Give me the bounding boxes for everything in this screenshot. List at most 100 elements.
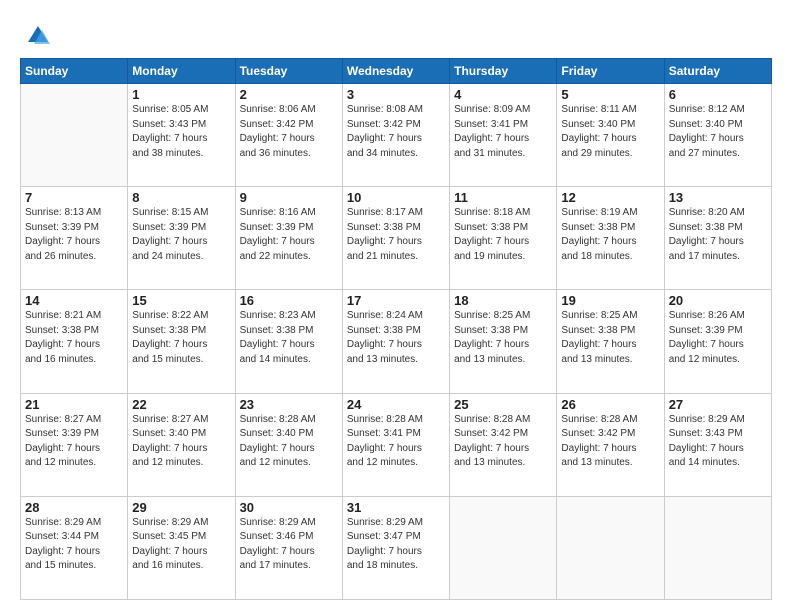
calendar-week-row: 1Sunrise: 8:05 AM Sunset: 3:43 PM Daylig… bbox=[21, 84, 772, 187]
calendar-cell: 14Sunrise: 8:21 AM Sunset: 3:38 PM Dayli… bbox=[21, 290, 128, 393]
day-info: Sunrise: 8:29 AM Sunset: 3:47 PM Dayligh… bbox=[347, 516, 445, 574]
calendar-cell: 13Sunrise: 8:20 AM Sunset: 3:38 PM Dayli… bbox=[664, 187, 771, 290]
day-info: Sunrise: 8:22 AM Sunset: 3:38 PM Dayligh… bbox=[132, 309, 230, 367]
day-number: 18 bbox=[454, 293, 552, 308]
day-number: 16 bbox=[240, 293, 338, 308]
calendar-cell: 5Sunrise: 8:11 AM Sunset: 3:40 PM Daylig… bbox=[557, 84, 664, 187]
weekday-header-friday: Friday bbox=[557, 59, 664, 84]
day-number: 30 bbox=[240, 500, 338, 515]
day-info: Sunrise: 8:23 AM Sunset: 3:38 PM Dayligh… bbox=[240, 309, 338, 367]
calendar-cell: 9Sunrise: 8:16 AM Sunset: 3:39 PM Daylig… bbox=[235, 187, 342, 290]
calendar-cell: 18Sunrise: 8:25 AM Sunset: 3:38 PM Dayli… bbox=[450, 290, 557, 393]
day-info: Sunrise: 8:25 AM Sunset: 3:38 PM Dayligh… bbox=[561, 309, 659, 367]
day-info: Sunrise: 8:08 AM Sunset: 3:42 PM Dayligh… bbox=[347, 103, 445, 161]
day-number: 20 bbox=[669, 293, 767, 308]
calendar-cell: 10Sunrise: 8:17 AM Sunset: 3:38 PM Dayli… bbox=[342, 187, 449, 290]
weekday-header-monday: Monday bbox=[128, 59, 235, 84]
calendar-cell: 16Sunrise: 8:23 AM Sunset: 3:38 PM Dayli… bbox=[235, 290, 342, 393]
day-info: Sunrise: 8:05 AM Sunset: 3:43 PM Dayligh… bbox=[132, 103, 230, 161]
weekday-header-sunday: Sunday bbox=[21, 59, 128, 84]
calendar-week-row: 28Sunrise: 8:29 AM Sunset: 3:44 PM Dayli… bbox=[21, 496, 772, 599]
calendar-cell: 11Sunrise: 8:18 AM Sunset: 3:38 PM Dayli… bbox=[450, 187, 557, 290]
calendar-week-row: 21Sunrise: 8:27 AM Sunset: 3:39 PM Dayli… bbox=[21, 393, 772, 496]
day-number: 11 bbox=[454, 190, 552, 205]
calendar-cell bbox=[450, 496, 557, 599]
day-number: 17 bbox=[347, 293, 445, 308]
day-info: Sunrise: 8:26 AM Sunset: 3:39 PM Dayligh… bbox=[669, 309, 767, 367]
day-number: 15 bbox=[132, 293, 230, 308]
day-number: 25 bbox=[454, 397, 552, 412]
day-info: Sunrise: 8:25 AM Sunset: 3:38 PM Dayligh… bbox=[454, 309, 552, 367]
day-info: Sunrise: 8:06 AM Sunset: 3:42 PM Dayligh… bbox=[240, 103, 338, 161]
day-number: 7 bbox=[25, 190, 123, 205]
calendar-cell: 15Sunrise: 8:22 AM Sunset: 3:38 PM Dayli… bbox=[128, 290, 235, 393]
day-info: Sunrise: 8:28 AM Sunset: 3:42 PM Dayligh… bbox=[454, 413, 552, 471]
calendar-cell: 12Sunrise: 8:19 AM Sunset: 3:38 PM Dayli… bbox=[557, 187, 664, 290]
calendar-cell: 28Sunrise: 8:29 AM Sunset: 3:44 PM Dayli… bbox=[21, 496, 128, 599]
day-info: Sunrise: 8:21 AM Sunset: 3:38 PM Dayligh… bbox=[25, 309, 123, 367]
day-info: Sunrise: 8:09 AM Sunset: 3:41 PM Dayligh… bbox=[454, 103, 552, 161]
calendar-cell: 26Sunrise: 8:28 AM Sunset: 3:42 PM Dayli… bbox=[557, 393, 664, 496]
page: SundayMondayTuesdayWednesdayThursdayFrid… bbox=[0, 0, 792, 612]
calendar-cell: 2Sunrise: 8:06 AM Sunset: 3:42 PM Daylig… bbox=[235, 84, 342, 187]
logo bbox=[20, 22, 52, 50]
day-info: Sunrise: 8:29 AM Sunset: 3:45 PM Dayligh… bbox=[132, 516, 230, 574]
weekday-header-row: SundayMondayTuesdayWednesdayThursdayFrid… bbox=[21, 59, 772, 84]
calendar-cell: 30Sunrise: 8:29 AM Sunset: 3:46 PM Dayli… bbox=[235, 496, 342, 599]
weekday-header-wednesday: Wednesday bbox=[342, 59, 449, 84]
day-number: 14 bbox=[25, 293, 123, 308]
day-number: 31 bbox=[347, 500, 445, 515]
calendar-cell: 22Sunrise: 8:27 AM Sunset: 3:40 PM Dayli… bbox=[128, 393, 235, 496]
day-number: 27 bbox=[669, 397, 767, 412]
calendar-table: SundayMondayTuesdayWednesdayThursdayFrid… bbox=[20, 58, 772, 600]
day-number: 23 bbox=[240, 397, 338, 412]
day-info: Sunrise: 8:16 AM Sunset: 3:39 PM Dayligh… bbox=[240, 206, 338, 264]
day-number: 26 bbox=[561, 397, 659, 412]
day-info: Sunrise: 8:28 AM Sunset: 3:42 PM Dayligh… bbox=[561, 413, 659, 471]
day-info: Sunrise: 8:24 AM Sunset: 3:38 PM Dayligh… bbox=[347, 309, 445, 367]
weekday-header-thursday: Thursday bbox=[450, 59, 557, 84]
day-number: 12 bbox=[561, 190, 659, 205]
weekday-header-saturday: Saturday bbox=[664, 59, 771, 84]
calendar-cell: 6Sunrise: 8:12 AM Sunset: 3:40 PM Daylig… bbox=[664, 84, 771, 187]
calendar-cell bbox=[664, 496, 771, 599]
calendar-cell: 7Sunrise: 8:13 AM Sunset: 3:39 PM Daylig… bbox=[21, 187, 128, 290]
day-number: 1 bbox=[132, 87, 230, 102]
calendar-cell: 1Sunrise: 8:05 AM Sunset: 3:43 PM Daylig… bbox=[128, 84, 235, 187]
calendar-week-row: 7Sunrise: 8:13 AM Sunset: 3:39 PM Daylig… bbox=[21, 187, 772, 290]
calendar-cell: 21Sunrise: 8:27 AM Sunset: 3:39 PM Dayli… bbox=[21, 393, 128, 496]
calendar-cell: 24Sunrise: 8:28 AM Sunset: 3:41 PM Dayli… bbox=[342, 393, 449, 496]
calendar-cell: 25Sunrise: 8:28 AM Sunset: 3:42 PM Dayli… bbox=[450, 393, 557, 496]
day-number: 29 bbox=[132, 500, 230, 515]
day-number: 6 bbox=[669, 87, 767, 102]
calendar-cell: 8Sunrise: 8:15 AM Sunset: 3:39 PM Daylig… bbox=[128, 187, 235, 290]
calendar-week-row: 14Sunrise: 8:21 AM Sunset: 3:38 PM Dayli… bbox=[21, 290, 772, 393]
day-number: 22 bbox=[132, 397, 230, 412]
day-number: 24 bbox=[347, 397, 445, 412]
calendar-cell: 27Sunrise: 8:29 AM Sunset: 3:43 PM Dayli… bbox=[664, 393, 771, 496]
day-info: Sunrise: 8:19 AM Sunset: 3:38 PM Dayligh… bbox=[561, 206, 659, 264]
day-number: 9 bbox=[240, 190, 338, 205]
day-number: 5 bbox=[561, 87, 659, 102]
day-number: 21 bbox=[25, 397, 123, 412]
day-info: Sunrise: 8:17 AM Sunset: 3:38 PM Dayligh… bbox=[347, 206, 445, 264]
day-info: Sunrise: 8:28 AM Sunset: 3:41 PM Dayligh… bbox=[347, 413, 445, 471]
calendar-cell bbox=[557, 496, 664, 599]
day-info: Sunrise: 8:27 AM Sunset: 3:39 PM Dayligh… bbox=[25, 413, 123, 471]
day-info: Sunrise: 8:12 AM Sunset: 3:40 PM Dayligh… bbox=[669, 103, 767, 161]
calendar-cell: 4Sunrise: 8:09 AM Sunset: 3:41 PM Daylig… bbox=[450, 84, 557, 187]
day-info: Sunrise: 8:18 AM Sunset: 3:38 PM Dayligh… bbox=[454, 206, 552, 264]
day-number: 28 bbox=[25, 500, 123, 515]
day-number: 3 bbox=[347, 87, 445, 102]
day-info: Sunrise: 8:13 AM Sunset: 3:39 PM Dayligh… bbox=[25, 206, 123, 264]
day-number: 13 bbox=[669, 190, 767, 205]
day-number: 19 bbox=[561, 293, 659, 308]
logo-icon bbox=[24, 22, 52, 50]
day-number: 2 bbox=[240, 87, 338, 102]
day-info: Sunrise: 8:27 AM Sunset: 3:40 PM Dayligh… bbox=[132, 413, 230, 471]
day-number: 8 bbox=[132, 190, 230, 205]
day-info: Sunrise: 8:15 AM Sunset: 3:39 PM Dayligh… bbox=[132, 206, 230, 264]
calendar-cell: 3Sunrise: 8:08 AM Sunset: 3:42 PM Daylig… bbox=[342, 84, 449, 187]
calendar-cell: 17Sunrise: 8:24 AM Sunset: 3:38 PM Dayli… bbox=[342, 290, 449, 393]
day-info: Sunrise: 8:11 AM Sunset: 3:40 PM Dayligh… bbox=[561, 103, 659, 161]
